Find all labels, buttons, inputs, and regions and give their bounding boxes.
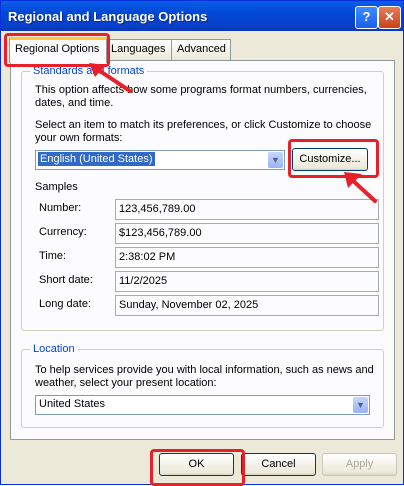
sample-value-short-date: 11/2/2025	[119, 275, 168, 287]
sample-field-time: 2:38:02 PM	[115, 247, 379, 268]
select-instruction-line2: your own formats:	[35, 132, 123, 144]
tab-panel: Standards and formats This option affect…	[10, 60, 395, 440]
sample-value-long-date: Sunday, November 02, 2025	[119, 299, 259, 311]
sample-field-long-date: Sunday, November 02, 2025	[115, 295, 379, 316]
sample-field-number: 123,456,789.00	[115, 199, 379, 220]
tab-advanced[interactable]: Advanced	[171, 39, 231, 60]
location-dropdown[interactable]: United States ▼	[35, 395, 370, 415]
chevron-down-icon[interactable]: ▼	[268, 152, 283, 168]
format-dropdown-value: English (United States)	[38, 152, 155, 166]
format-dropdown[interactable]: English (United States) ▼	[35, 150, 285, 170]
select-instruction-line1: Select an item to match its preferences,…	[35, 119, 372, 131]
sample-value-currency: $123,456,789.00	[119, 227, 202, 239]
sample-label-time: Time:	[39, 250, 67, 262]
sample-value-time: 2:38:02 PM	[119, 251, 176, 263]
highlight-box-ok	[150, 449, 245, 486]
tab-languages[interactable]: Languages	[105, 39, 172, 60]
window-title: Regional and Language Options	[8, 9, 208, 24]
location-group: Location To help services provide you wi…	[21, 343, 384, 428]
apply-button: Apply	[322, 453, 397, 476]
help-button[interactable]: ?	[355, 6, 378, 29]
sample-label-long-date: Long date:	[39, 298, 91, 310]
location-desc-line2: weather, select your present location:	[35, 377, 217, 389]
title-bar: Regional and Language Options ? ✕	[1, 1, 403, 31]
sample-field-short-date: 11/2/2025	[115, 271, 379, 292]
sample-label-short-date: Short date:	[39, 274, 93, 286]
location-desc-line1: To help services provide you with local …	[35, 364, 374, 376]
sample-value-number: 123,456,789.00	[119, 203, 196, 215]
close-button[interactable]: ✕	[378, 6, 401, 29]
sample-field-currency: $123,456,789.00	[115, 223, 379, 244]
standards-desc-line1: This option affects how some programs fo…	[35, 84, 367, 96]
annotation-arrow-icon	[89, 63, 132, 93]
sample-label-number: Number:	[39, 202, 82, 214]
location-dropdown-value: United States	[39, 398, 106, 410]
location-legend: Location	[30, 343, 78, 355]
dialog-window: Regional and Language Options ? ✕ Region…	[0, 0, 404, 486]
chevron-down-icon[interactable]: ▼	[353, 397, 368, 413]
sample-label-currency: Currency:	[39, 226, 87, 238]
samples-label: Samples	[35, 181, 78, 193]
annotation-arrow-icon	[344, 172, 377, 203]
tab-regional-options[interactable]: Regional Options	[9, 37, 107, 63]
standards-desc-line2: dates, and time.	[35, 97, 114, 109]
standards-group: Standards and formats This option affect…	[21, 65, 384, 331]
cancel-button[interactable]: Cancel	[241, 453, 316, 476]
